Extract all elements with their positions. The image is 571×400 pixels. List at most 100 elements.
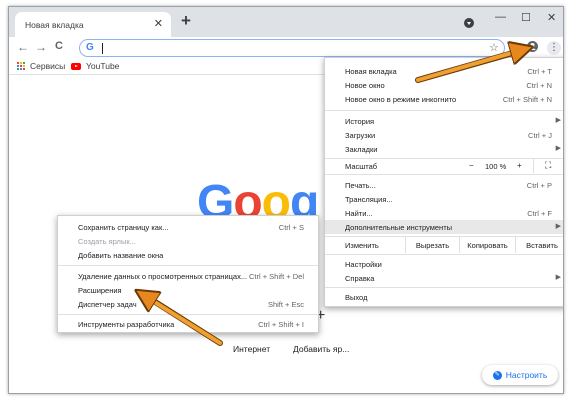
- shortcut-label-internet[interactable]: Интернет: [233, 344, 270, 354]
- menu-label: Настройки: [345, 260, 382, 269]
- google-g-icon: G: [86, 42, 94, 53]
- menu-shortcut: Shift + Esc: [267, 300, 304, 309]
- menu-item-history[interactable]: История ▶: [325, 114, 563, 128]
- menu-separator: [325, 287, 563, 288]
- bookmark-apps-label: Сервисы: [30, 61, 66, 71]
- fullscreen-icon[interactable]: ⛶: [545, 160, 551, 171]
- bookmark-youtube[interactable]: YouTube: [71, 61, 119, 71]
- more-tools-submenu: Сохранить страницу как... Ctrl + S Создат…: [57, 215, 319, 333]
- browser-window: Новая вкладка ✕ + — ☐ ✕ ← → C G ☆ ✦ ⋮ Се…: [8, 6, 564, 394]
- menu-shortcut: Ctrl + Shift + Del: [248, 272, 304, 281]
- menu-label: Диспетчер задач: [78, 300, 137, 309]
- text-cursor: [102, 43, 103, 54]
- menu-item-edit: Изменить Вырезать Копировать Вставить: [325, 237, 563, 253]
- submenu-item-save-page[interactable]: Сохранить страницу как... Ctrl + S: [58, 220, 318, 234]
- menu-item-new-tab[interactable]: Новая вкладка Ctrl + T: [325, 64, 563, 78]
- address-bar[interactable]: G: [79, 39, 505, 57]
- youtube-icon: [71, 62, 81, 70]
- menu-item-cast[interactable]: Трансляция...: [325, 192, 563, 206]
- menu-label: Печать...: [345, 181, 376, 190]
- menu-item-find[interactable]: Найти... Ctrl + F: [325, 206, 563, 220]
- submenu-item-window-name[interactable]: Добавить название окна: [58, 248, 318, 262]
- edit-label: Изменить: [345, 241, 379, 250]
- menu-item-more-tools[interactable]: Дополнительные инструменты ▶: [325, 220, 563, 234]
- menu-shortcut: Ctrl + J: [528, 131, 552, 140]
- chevron-right-icon: ▶: [555, 223, 561, 230]
- back-arrow-icon[interactable]: ←: [17, 40, 29, 54]
- menu-item-new-window[interactable]: Новое окно Ctrl + N: [325, 78, 563, 92]
- reload-icon[interactable]: C: [55, 40, 63, 52]
- menu-item-zoom: Масштаб − 100 % + ⛶: [325, 159, 563, 173]
- submenu-item-clear-data[interactable]: Удаление данных о просмотренных страница…: [58, 269, 318, 283]
- shortcut-label-add[interactable]: Добавить яр...: [293, 344, 349, 354]
- copy-button[interactable]: Копировать: [459, 237, 515, 253]
- menu-separator: [325, 254, 563, 255]
- menu-label: Дополнительные инструменты: [345, 223, 453, 232]
- chevron-right-icon: ▶: [555, 145, 561, 152]
- bookmark-youtube-label: YouTube: [86, 61, 120, 71]
- profile-avatar-icon[interactable]: [527, 41, 538, 55]
- menu-shortcut: Ctrl + S: [278, 223, 304, 232]
- submenu-item-devtools[interactable]: Инструменты разработчика Ctrl + Shift + I: [58, 317, 318, 331]
- menu-label: Сохранить страницу как...: [78, 223, 169, 232]
- menu-item-exit[interactable]: Выход: [325, 290, 563, 304]
- menu-label: Справка: [345, 274, 375, 283]
- menu-separator: [325, 174, 563, 175]
- customize-label: Настроить: [505, 370, 548, 380]
- menu-item-settings[interactable]: Настройки: [325, 257, 563, 271]
- minimize-button[interactable]: —: [495, 11, 506, 23]
- toolbar: ← → C G ☆ ✦ ⋮: [9, 37, 563, 59]
- menu-item-incognito[interactable]: Новое окно в режиме инкогнито Ctrl + Shif…: [325, 92, 563, 106]
- maximize-button[interactable]: ☐: [521, 11, 531, 24]
- chevron-right-icon: ▶: [555, 117, 561, 124]
- zoom-value: 100 %: [485, 162, 507, 171]
- menu-item-help[interactable]: Справка ▶: [325, 271, 563, 285]
- close-icon[interactable]: ✕: [154, 17, 163, 30]
- chevron-right-icon: ▶: [555, 274, 561, 281]
- menu-label: Найти...: [345, 209, 373, 218]
- plus-icon[interactable]: +: [181, 11, 191, 31]
- star-icon[interactable]: ☆: [489, 41, 499, 54]
- menu-label: Трансляция...: [345, 195, 393, 204]
- zoom-out-button[interactable]: −: [469, 161, 474, 170]
- menu-item-print[interactable]: Печать... Ctrl + P: [325, 178, 563, 192]
- menu-shortcut: Ctrl + F: [527, 209, 552, 218]
- tab-new-tab[interactable]: Новая вкладка ✕: [15, 12, 171, 37]
- zoom-in-button[interactable]: +: [517, 161, 522, 170]
- menu-separator: [325, 110, 563, 111]
- menu-divider: [533, 159, 534, 173]
- menu-separator: [58, 314, 318, 315]
- menu-label: Новое окно в режиме инкогнито: [345, 95, 457, 104]
- menu-shortcut: Ctrl + P: [526, 181, 552, 190]
- menu-label: Инструменты разработчика: [78, 320, 175, 329]
- paste-button[interactable]: Вставить: [515, 237, 563, 253]
- title-bar: Новая вкладка ✕ + — ☐ ✕: [9, 7, 563, 37]
- menu-label: Новая вкладка: [345, 67, 397, 76]
- menu-label: Удаление данных о просмотренных страница…: [78, 272, 248, 281]
- menu-label: Создать ярлык...: [78, 237, 136, 246]
- menu-shortcut: Ctrl + Shift + I: [258, 320, 304, 329]
- menu-label: Выход: [345, 293, 368, 302]
- extensions-icon[interactable]: ✦: [511, 41, 519, 52]
- chrome-main-menu: Новая вкладка Ctrl + T Новое окно Ctrl + N…: [324, 57, 563, 307]
- menu-item-downloads[interactable]: Загрузки Ctrl + J: [325, 128, 563, 142]
- menu-shortcut: Ctrl + T: [527, 67, 552, 76]
- customize-button[interactable]: ✎ Настроить: [482, 365, 558, 385]
- menu-label: История: [345, 117, 375, 126]
- bookmark-apps[interactable]: Сервисы: [17, 61, 65, 71]
- forward-arrow-icon[interactable]: →: [35, 40, 47, 54]
- cut-button[interactable]: Вырезать: [405, 237, 459, 253]
- submenu-item-task-manager[interactable]: Диспетчер задач Shift + Esc: [58, 297, 318, 311]
- pencil-icon: ✎: [492, 370, 502, 380]
- menu-item-bookmarks[interactable]: Закладки ▶: [325, 142, 563, 156]
- menu-shortcut: Ctrl + Shift + N: [502, 95, 552, 104]
- apps-grid-icon: [17, 62, 25, 70]
- menu-label: Добавить название окна: [78, 251, 164, 260]
- submenu-item-extensions[interactable]: Расширения: [58, 283, 318, 297]
- menu-label: Закладки: [345, 145, 378, 154]
- kebab-menu-icon[interactable]: ⋮: [547, 41, 561, 55]
- menu-separator: [58, 265, 318, 266]
- profile-icon[interactable]: [464, 18, 474, 28]
- menu-label: Загрузки: [345, 131, 376, 140]
- window-close-button[interactable]: ✕: [547, 11, 556, 24]
